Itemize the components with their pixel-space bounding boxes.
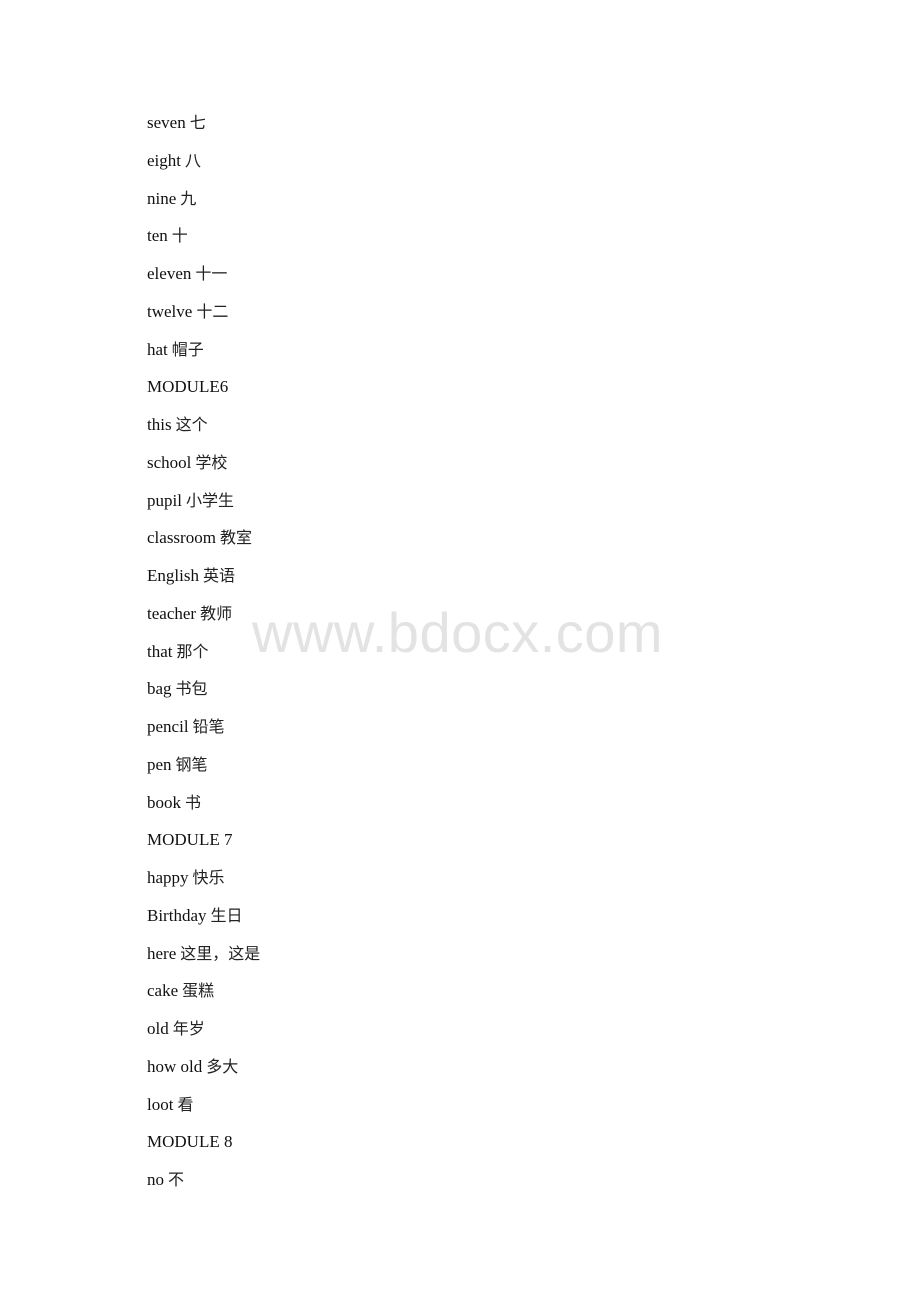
chinese-translation: 年岁 (172, 1019, 205, 1038)
chinese-translation: 多大 (206, 1056, 239, 1076)
vocab-entry: how old 多大 (147, 1055, 260, 1093)
chinese-translation: 这里，这是 (180, 943, 261, 963)
vocab-entry: pen 钢笔 (147, 753, 260, 791)
chinese-translation: 八 (185, 150, 202, 170)
english-word: Birthday (147, 905, 207, 925)
english-word: nine (147, 188, 177, 208)
english-word: teacher (147, 603, 197, 623)
chinese-translation: 这个 (175, 415, 208, 434)
vocab-entry: book 书 (147, 791, 260, 829)
english-word: pupil (147, 490, 182, 510)
vocab-entry: seven 七 (147, 111, 260, 149)
chinese-translation: 帽子 (171, 339, 204, 359)
vocab-entry: Birthday 生日 (147, 904, 260, 942)
vocab-entry: pencil 铅笔 (147, 715, 260, 753)
vocab-entry: no 不 (147, 1168, 260, 1206)
english-word: pen (147, 754, 172, 774)
module-heading: MODULE 8 (147, 1130, 260, 1168)
chinese-translation: 学校 (195, 452, 228, 472)
english-word: pencil (147, 717, 189, 736)
english-word: book (147, 792, 181, 812)
vocab-entry: that 那个 (147, 640, 260, 678)
chinese-translation: 蛋糕 (182, 981, 215, 1001)
english-word: twelve (147, 301, 193, 321)
english-word: cake (147, 981, 179, 1001)
vocab-entry: ten 十 (147, 224, 260, 262)
chinese-translation: 快乐 (192, 868, 225, 887)
chinese-translation: 十二 (196, 301, 229, 321)
chinese-translation: 看 (177, 1094, 194, 1114)
english-word: eleven (147, 264, 192, 283)
vocab-entry: eleven 十一 (147, 262, 260, 300)
english-word: eight (147, 150, 181, 170)
module-heading-text: MODULE 7 (147, 830, 233, 850)
chinese-translation: 书 (185, 792, 202, 812)
vocab-entry: classroom 教室 (147, 526, 260, 564)
vocab-entry: cake 蛋糕 (147, 979, 260, 1017)
english-word: loot (147, 1094, 174, 1114)
chinese-translation: 钢笔 (175, 754, 208, 774)
english-word: this (147, 415, 172, 434)
vocab-entry: this 这个 (147, 413, 260, 451)
chinese-translation: 英语 (202, 566, 235, 585)
english-word: no (147, 1170, 164, 1189)
module-heading: MODULE 7 (147, 828, 260, 866)
module-heading-text: MODULE 8 (147, 1132, 233, 1152)
vocab-entry: bag 书包 (147, 677, 260, 715)
english-word: how old (147, 1056, 203, 1076)
vocab-entry: hat 帽子 (147, 338, 260, 376)
vocab-entry: teacher 教师 (147, 602, 260, 640)
english-word: that (147, 641, 173, 661)
english-word: here (147, 943, 177, 963)
vocab-entry: happy 快乐 (147, 866, 260, 904)
english-word: classroom (147, 528, 216, 548)
vocabulary-list: seven 七 eight 八 nine 九 ten 十 eleven 十一 twelve 十二 hat… (147, 111, 260, 1206)
vocab-entry: old 年岁 (147, 1017, 260, 1055)
vocab-entry: eight 八 (147, 149, 260, 187)
vocab-entry: pupil 小学生 (147, 489, 260, 527)
watermark: www.bdocx.com (252, 601, 664, 664)
english-word: hat (147, 339, 168, 359)
vocab-entry: school 学校 (147, 451, 260, 489)
chinese-translation: 铅笔 (192, 717, 225, 736)
english-word: seven (147, 113, 186, 132)
chinese-translation: 那个 (176, 641, 209, 661)
module-heading: MODULE6 (147, 375, 260, 413)
chinese-translation: 教室 (219, 528, 252, 548)
vocab-entry: nine 九 (147, 187, 260, 225)
vocab-entry: twelve 十二 (147, 300, 260, 338)
chinese-translation: 书包 (175, 679, 208, 699)
english-word: English (147, 566, 199, 585)
module-heading-text: MODULE6 (147, 377, 229, 397)
chinese-translation: 生日 (210, 905, 243, 925)
english-word: ten (147, 226, 168, 246)
chinese-translation: 十 (171, 226, 188, 246)
chinese-translation: 教师 (200, 603, 233, 623)
vocab-entry: here 这里，这是 (147, 942, 260, 980)
chinese-translation: 七 (189, 113, 206, 132)
document-page: seven 七 eight 八 nine 九 ten 十 eleven 十一 twelve 十二 hat… (0, 0, 920, 1302)
english-word: school (147, 452, 192, 472)
chinese-translation: 十一 (195, 264, 228, 283)
chinese-translation: 九 (180, 188, 197, 208)
english-word: old (147, 1019, 169, 1038)
chinese-translation: 不 (168, 1170, 185, 1189)
vocab-entry: English 英语 (147, 564, 260, 602)
english-word: bag (147, 679, 172, 699)
english-word: happy (147, 868, 189, 887)
chinese-translation: 小学生 (185, 490, 234, 510)
vocab-entry: loot 看 (147, 1093, 260, 1131)
